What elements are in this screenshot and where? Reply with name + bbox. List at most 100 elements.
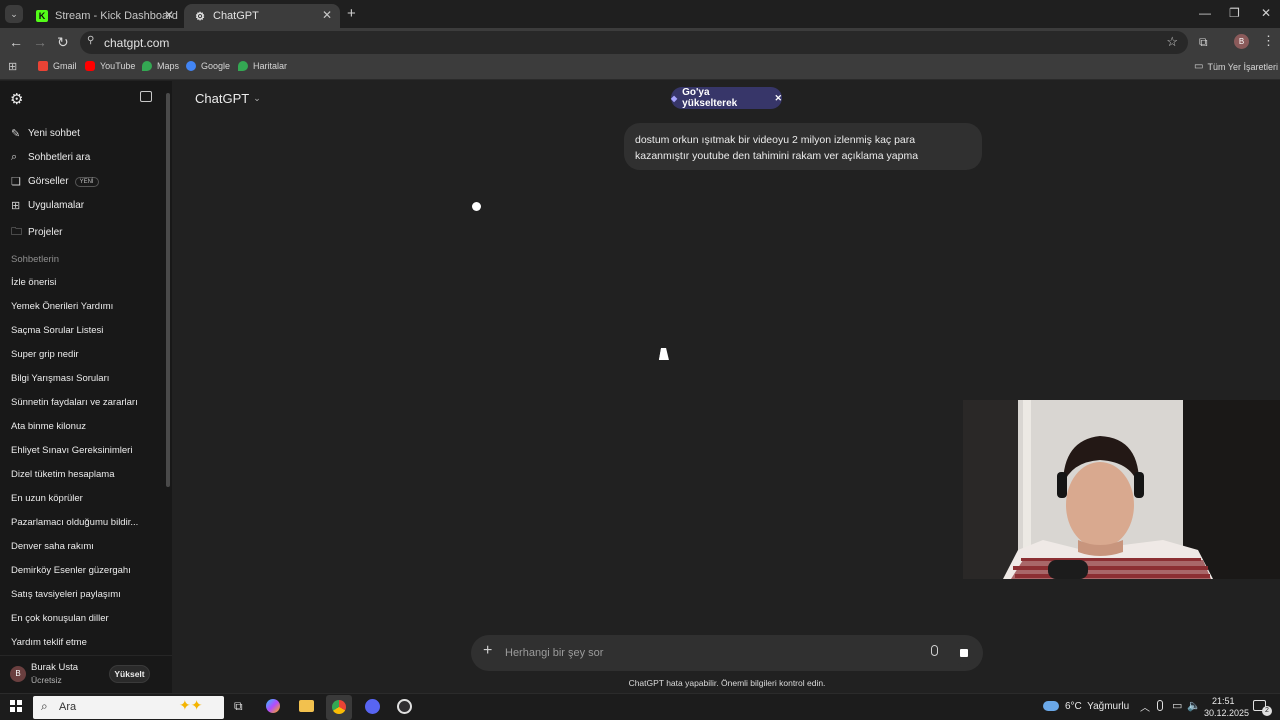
chevron-down-icon: ⌄ — [253, 93, 261, 103]
bookmark-star-icon[interactable]: ☆ — [1166, 34, 1178, 50]
new-chat-icon: ✎ — [11, 128, 21, 140]
taskbar-search-box[interactable]: ⌕ Ara ✦✦ — [33, 696, 224, 719]
sidebar-images[interactable]: ❏ Görseller YENİ — [11, 175, 99, 188]
bookmark-gmail[interactable]: Gmail — [38, 61, 77, 71]
stop-button[interactable] — [952, 641, 976, 665]
chat-item[interactable]: En çok konuşulan diller — [11, 613, 109, 624]
prompt-input[interactable] — [505, 644, 905, 662]
chat-item[interactable]: Dizel tüketim hesaplama — [11, 469, 115, 480]
close-tab-icon[interactable]: ✕ — [322, 8, 332, 22]
toggle-sidebar-icon[interactable] — [140, 91, 152, 102]
chat-item[interactable]: Super grip nedir — [11, 349, 79, 360]
tray-chevron-up-icon[interactable]: ︿ — [1140, 699, 1150, 714]
close-icon[interactable]: ✕ — [774, 93, 782, 104]
chat-item[interactable]: Saçma Sorular Listesi — [11, 325, 103, 336]
tab-search-dropdown-button[interactable]: ⌄ — [5, 5, 23, 23]
browser-tab-bar: ⌄ K Stream - Kick Dashboard ✕ ⚙ ChatGPT … — [0, 0, 1280, 28]
chat-item[interactable]: En uzun köprüler — [11, 493, 83, 504]
weather-cloud-icon[interactable] — [1043, 701, 1059, 711]
chat-item[interactable]: Yemek Önerileri Yardımı — [11, 301, 113, 312]
sidebar-scrollbar[interactable] — [166, 93, 170, 487]
chat-item[interactable]: Ata binme kilonuz — [11, 421, 86, 432]
images-icon: ❏ — [11, 176, 21, 188]
user-panel[interactable]: B Burak Usta Ücretsiz Yükselt — [0, 655, 172, 693]
plus-icon[interactable]: + — [483, 642, 492, 660]
profile-avatar[interactable]: B — [1234, 34, 1249, 49]
weather-text[interactable]: 6°C Yağmurlu — [1065, 701, 1129, 712]
bookmark-haritalar[interactable]: Haritalar — [238, 61, 287, 71]
clock-time[interactable]: 21:51 — [1212, 696, 1235, 706]
site-info-icon[interactable]: ⚲ — [87, 35, 94, 46]
mouse-cursor-icon — [658, 348, 672, 360]
address-bar[interactable]: ⚲ chatgpt.com ☆ — [80, 31, 1188, 54]
tab-chatgpt[interactable]: ⚙ ChatGPT ✕ — [184, 4, 340, 28]
bookmark-google[interactable]: Google — [186, 61, 230, 71]
webcam-overlay — [963, 400, 1280, 579]
microphone-icon[interactable] — [1157, 700, 1163, 711]
bookmark-youtube[interactable]: YouTube — [85, 61, 135, 71]
minimize-icon[interactable]: — — [1199, 6, 1211, 20]
upgrade-go-pill[interactable]: ◆ Go'ya yükselterek ✕ — [671, 87, 782, 109]
discord-icon[interactable] — [365, 699, 380, 714]
windows-start-icon[interactable] — [10, 700, 22, 712]
task-view-icon[interactable]: ⧉ — [234, 699, 243, 714]
new-tab-button[interactable]: + — [347, 5, 356, 22]
composer: + — [471, 635, 983, 671]
copilot-icon[interactable] — [266, 699, 280, 713]
forward-icon[interactable]: → — [33, 34, 47, 50]
restore-icon[interactable]: ❐ — [1229, 6, 1240, 20]
sidebar-new-chat[interactable]: ✎ Yeni sohbet — [11, 127, 80, 140]
chat-item[interactable]: Ehliyet Sınavı Gereksinimleri — [11, 445, 132, 456]
typing-indicator-dot — [472, 202, 481, 211]
chat-item[interactable]: Bilgi Yarışması Soruları — [11, 373, 109, 384]
bookmark-maps[interactable]: Maps — [142, 61, 179, 71]
gmail-icon — [38, 61, 48, 71]
sidebar: ⚙ ✎ Yeni sohbet ⌕ Sohbetleri ara ❏ Görse… — [0, 81, 172, 693]
bookmarks-bar: ⊞ Gmail YouTube Maps Google Haritalar ▭ … — [0, 56, 1280, 80]
model-selector[interactable]: ChatGPT ⌄ — [195, 91, 261, 106]
tab-title: Stream - Kick Dashboard — [55, 10, 178, 22]
tab-title: ChatGPT — [213, 10, 259, 22]
chat-item[interactable]: Pazarlamacı olduğumu bildir... — [11, 517, 138, 528]
sparkle-decoration-icon: ✦✦ — [179, 697, 203, 713]
menu-kebab-icon[interactable]: ⋮ — [1262, 33, 1275, 49]
chat-item[interactable]: Yardım teklif etme — [11, 637, 87, 648]
maps-pin-icon — [142, 61, 152, 71]
chatgpt-icon: ⚙ — [195, 10, 205, 23]
diamond-icon: ◆ — [671, 93, 678, 103]
chat-item[interactable]: Demirköy Esenler güzergahı — [11, 565, 131, 576]
file-explorer-icon[interactable] — [299, 700, 314, 712]
apps-grid-icon[interactable]: ⊞ — [8, 60, 17, 73]
chatgpt-logo-icon[interactable]: ⚙ — [10, 90, 23, 108]
search-icon: ⌕ — [11, 151, 18, 163]
user-message-line: kazanmıştır youtube den tahimini rakam v… — [635, 150, 919, 162]
clock-date[interactable]: 30.12.2025 — [1204, 708, 1249, 718]
sidebar-apps[interactable]: ⊞ Uygulamalar — [11, 199, 84, 212]
close-tab-icon[interactable]: ✕ — [164, 8, 174, 22]
chat-item[interactable]: İzle önerisi — [11, 277, 56, 288]
sidebar-projects[interactable]: 🗀 Projeler — [11, 223, 62, 242]
kick-icon: K — [36, 10, 48, 22]
chat-item[interactable]: Satış tavsiyeleri paylaşımı — [11, 589, 121, 600]
chat-item[interactable]: Sünnetin faydaları ve zararları — [11, 397, 138, 408]
sidebar-search-chats[interactable]: ⌕ Sohbetleri ara — [11, 151, 90, 164]
google-icon — [186, 61, 196, 71]
extensions-icon[interactable]: ⧉ — [1199, 35, 1208, 50]
all-bookmarks-folder[interactable]: ▭ Tüm Yer İşaretleri — [1194, 61, 1278, 72]
network-icon[interactable]: ▭ — [1172, 699, 1182, 712]
profile-initial: B — [1238, 37, 1245, 46]
chrome-icon[interactable] — [326, 695, 352, 720]
chat-item[interactable]: Denver saha rakımı — [11, 541, 94, 552]
reload-icon[interactable]: ↻ — [57, 34, 69, 51]
user-name: Burak Usta — [31, 662, 78, 673]
volume-icon[interactable]: 🔈 — [1187, 699, 1201, 712]
obs-icon[interactable] — [397, 699, 412, 714]
microphone-icon[interactable] — [931, 645, 938, 656]
browser-toolbar: ← → ↻ ⚲ chatgpt.com ☆ ⧉ B ⋮ — [0, 28, 1280, 56]
taskbar-search-label: Ara — [59, 701, 77, 713]
upgrade-button[interactable]: Yükselt — [109, 665, 150, 683]
maps-pin-icon — [238, 61, 248, 71]
back-icon[interactable]: ← — [9, 34, 23, 50]
close-window-icon[interactable]: ✕ — [1261, 6, 1271, 20]
tab-kick-dashboard[interactable]: K Stream - Kick Dashboard ✕ — [26, 4, 182, 28]
